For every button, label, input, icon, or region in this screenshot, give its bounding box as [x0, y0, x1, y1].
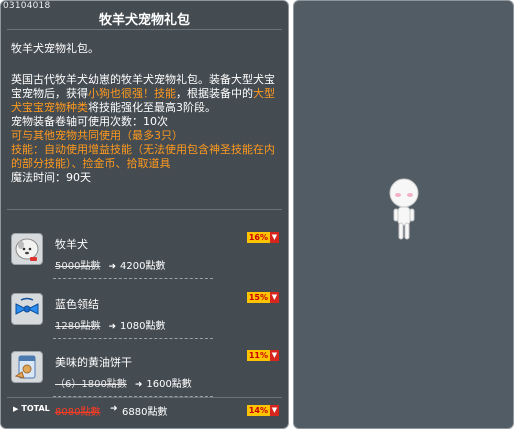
list-item[interactable]: 牧羊犬 5000點數 ➜ 4200點數 16% ▼ [7, 227, 283, 287]
item-name: 蓝色领结 [55, 298, 99, 311]
old-price: 1280點數 [55, 321, 101, 332]
total-new-price: 6880點數 [122, 407, 168, 418]
list-item[interactable]: 蓝色领结 1280點數 ➜ 1080點數 15% ▼ [7, 287, 283, 347]
right-arrow-icon: ➜ [134, 380, 143, 390]
right-arrow-icon: ➜ [108, 322, 116, 332]
list-item[interactable]: 美味的黄油饼干 （6）1800點數 ➜ 1600點數 11% ▼ [7, 345, 283, 405]
total-label: ▶ TOTAL [13, 404, 50, 413]
item-prices: 1280點數 ➜ 1080點數 [55, 317, 165, 332]
down-arrow-icon: ▼ [270, 405, 279, 416]
new-price: 4200點數 [120, 261, 166, 272]
down-arrow-icon: ▼ [270, 350, 279, 361]
discount-percent: 11% [246, 350, 270, 361]
total-discount-badge: 14% ▼ [246, 405, 279, 416]
right-arrow-icon: ➜ [108, 262, 116, 272]
discount-badge: 15% ▼ [246, 292, 279, 303]
total-old-price: 8080點數 [55, 407, 101, 418]
skills-text: 技能：自动使用增益技能（无法使用包含神圣技能在内的部分技能）、捡金币、拾取道具 [11, 143, 275, 170]
description-text-post: 将技能强化至最高3阶段。 [88, 101, 216, 114]
item-prices: 5000點數 ➜ 4200點數 [55, 257, 165, 272]
discount-percent: 15% [246, 292, 270, 303]
row-divider [53, 278, 213, 279]
cookie-bag-icon [11, 351, 43, 383]
character-preview-panel [293, 0, 514, 429]
scroll-count: 宠物装备卷轴可使用次数：10次 [11, 115, 168, 128]
share-note: 可与其他宠物共同使用（最多3只） [11, 129, 183, 142]
description-block: 英国古代牧羊犬幼崽的牧羊犬宠物礼包。装备大型犬宝宝宠物后，获得小狗也很强！技能，… [11, 73, 283, 185]
item-tooltip-panel: 03104018 牧羊犬宠物礼包 牧羊犬宠物礼包。 英国古代牧羊犬幼崽的牧羊犬宠… [0, 0, 289, 429]
item-prices: （6）1800點數 ➜ 1600點數 [55, 375, 192, 390]
down-arrow-icon: ▼ [270, 232, 279, 243]
dog-icon [11, 233, 43, 265]
magic-time: 魔法时间：90天 [11, 171, 91, 184]
down-arrow-icon: ▼ [270, 292, 279, 303]
character-avatar-icon [387, 177, 421, 243]
item-name: 牧羊犬 [55, 238, 88, 251]
items-divider [7, 209, 282, 210]
item-title: 牧羊犬宠物礼包 [98, 13, 190, 28]
old-price: 5000點數 [55, 261, 101, 272]
new-price: 1600點數 [146, 379, 192, 390]
row-divider [53, 338, 213, 339]
discount-badge: 11% ▼ [246, 350, 279, 361]
new-price: 1080點數 [120, 321, 166, 332]
description-line1: 牧羊犬宠物礼包。 [11, 42, 99, 55]
skill-highlight: 小狗也很强！技能 [88, 87, 176, 100]
description-text-mid: ，根据装备中的 [176, 87, 253, 100]
old-price: （6）1800點數 [55, 379, 127, 390]
discount-percent: 14% [246, 405, 270, 416]
bow-tie-icon [11, 293, 43, 325]
right-arrow-icon: ➜ [110, 404, 118, 414]
discount-percent: 16% [246, 232, 270, 243]
title-divider [7, 29, 282, 30]
bullet-icon: ▶ [13, 405, 19, 413]
total-divider [7, 397, 282, 398]
item-name: 美味的黄油饼干 [55, 356, 132, 369]
discount-badge: 16% ▼ [246, 232, 279, 243]
total-row: ▶ TOTAL 8080點數 ➜ 6880點數 14% ▼ [7, 401, 283, 421]
